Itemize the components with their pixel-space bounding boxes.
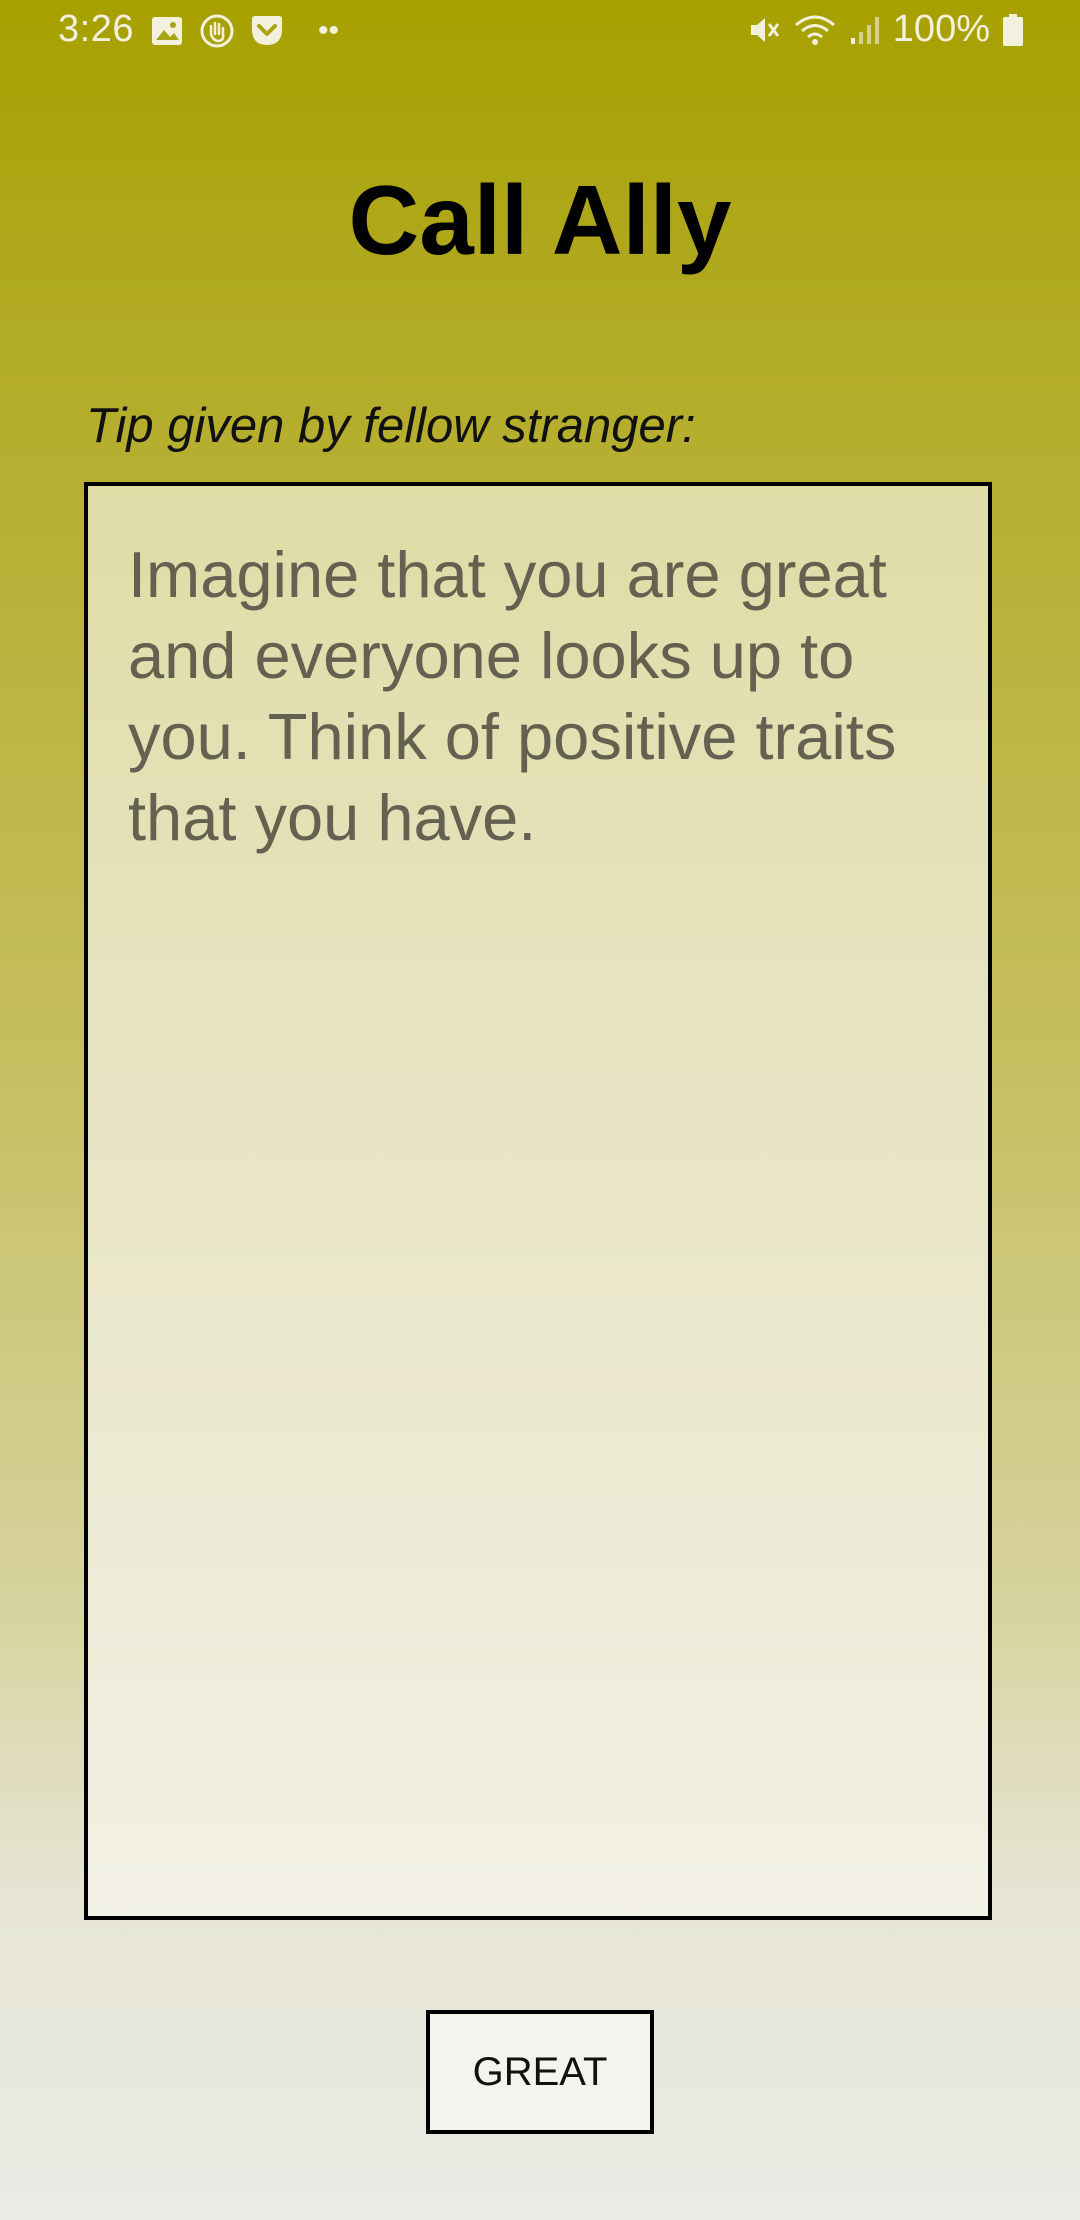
more-notifications-indicator: •• (318, 14, 340, 47)
mute-icon (747, 13, 781, 47)
battery-percent: 100% (892, 8, 990, 50)
hand-icon (200, 14, 234, 48)
signal-icon (849, 14, 881, 46)
battery-icon (1002, 13, 1024, 47)
wifi-icon (793, 13, 837, 47)
system-icons: 100% (747, 8, 1024, 51)
tip-label: Tip given by fellow stranger: (86, 399, 696, 453)
status-bar: 3:26 •• 100% (0, 0, 1080, 64)
pocket-icon (250, 14, 284, 48)
page-title: Call Ally (348, 165, 732, 275)
tip-text-box: Imagine that you are great and everyone … (84, 482, 992, 1920)
status-time: 3:26 (58, 8, 134, 50)
tip-text: Imagine that you are great and everyone … (128, 538, 897, 854)
gallery-icon (150, 14, 184, 48)
notification-icons: •• (150, 14, 339, 48)
great-button[interactable]: GREAT (426, 2010, 654, 2134)
